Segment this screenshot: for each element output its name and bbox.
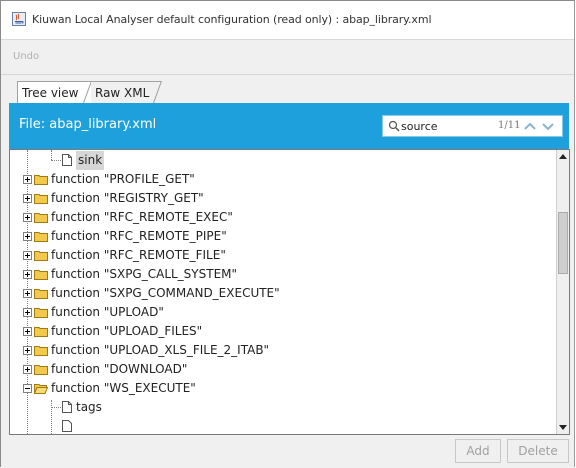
chevron-down-icon[interactable] [541, 119, 555, 133]
file-name-label: File: abap_library.xml [19, 117, 157, 132]
menu-bar: Undo [1, 40, 574, 75]
tree-node-label: function "RFC_REMOTE_EXEC" [51, 210, 233, 224]
folder-icon [34, 365, 48, 375]
tree-node[interactable]: function "PROFILE_GET" [10, 170, 550, 189]
tree-node[interactable]: tags [10, 398, 550, 417]
add-button[interactable]: Add [455, 439, 501, 463]
tree-node[interactable]: function "RFC_REMOTE_EXEC" [10, 208, 550, 227]
expand-toggle-icon[interactable] [23, 175, 32, 184]
document-icon [62, 154, 72, 166]
tree-node[interactable]: function "DOWNLOAD" [10, 360, 550, 379]
tree-node[interactable]: function "REGISTRY_GET" [10, 189, 550, 208]
tree-node-label: function "SXPG_COMMAND_EXECUTE" [51, 286, 280, 300]
app-window: Kiuwan Local Analyser default configurat… [0, 0, 575, 468]
action-bar: Add Delete [1, 435, 574, 468]
java-app-icon [12, 12, 26, 26]
expand-toggle-icon[interactable] [23, 365, 32, 374]
tree-node[interactable]: function "UPLOAD_XLS_FILE_2_ITAB" [10, 341, 550, 360]
open-folder-icon [34, 384, 48, 394]
folder-icon [34, 346, 48, 356]
expand-toggle-icon[interactable] [23, 327, 32, 336]
scroll-down-arrow-icon[interactable] [557, 420, 569, 434]
tree-node-label: sink [76, 151, 105, 170]
title-bar: Kiuwan Local Analyser default configurat… [1, 1, 574, 40]
undo-menu-item[interactable]: Undo [13, 51, 39, 62]
search-icon [388, 120, 400, 132]
folder-icon [34, 213, 48, 223]
tree-node-label: function "WS_EXECUTE" [51, 381, 196, 395]
folder-icon [34, 308, 48, 318]
scroll-up-arrow-icon[interactable] [557, 150, 569, 164]
xml-tree-view[interactable]: sink function "PROFILE_GET" function "RE… [9, 149, 570, 435]
search-match-counter: 1/11 [498, 120, 521, 131]
scrollbar-thumb[interactable] [558, 212, 568, 274]
window-title: Kiuwan Local Analyser default configurat… [32, 13, 432, 26]
search-box: 1/11 [382, 115, 563, 137]
folder-icon [34, 251, 48, 261]
tree-node-label: function "UPLOAD_FILES" [51, 324, 203, 338]
expand-toggle-icon[interactable] [23, 308, 32, 317]
document-icon [62, 420, 72, 432]
folder-icon [34, 289, 48, 299]
expand-toggle-icon[interactable] [23, 251, 32, 260]
tree-node [10, 417, 550, 434]
tree-node-label: tags [76, 400, 102, 414]
expand-toggle-icon[interactable] [23, 289, 32, 298]
tree-node[interactable]: function "WS_EXECUTE" [10, 379, 550, 398]
tree-node-label: function "REGISTRY_GET" [51, 191, 204, 205]
collapse-toggle-icon[interactable] [23, 384, 32, 393]
tree-node[interactable]: sink [10, 151, 550, 170]
tree-node-label: function "PROFILE_GET" [51, 172, 195, 186]
folder-icon [34, 194, 48, 204]
folder-icon [34, 175, 48, 185]
search-input[interactable] [401, 118, 481, 134]
tree-node[interactable]: function "SXPG_CALL_SYSTEM" [10, 265, 550, 284]
expand-toggle-icon[interactable] [23, 194, 32, 203]
document-icon [62, 401, 72, 413]
folder-icon [34, 327, 48, 337]
tree-node[interactable]: function "UPLOAD_FILES" [10, 322, 550, 341]
tree-node-label: function "RFC_REMOTE_FILE" [51, 248, 226, 262]
expand-toggle-icon[interactable] [23, 213, 32, 222]
folder-icon [34, 270, 48, 280]
vertical-scrollbar[interactable] [556, 150, 569, 434]
tree-node[interactable]: function "UPLOAD" [10, 303, 550, 322]
tree-node-label: function "DOWNLOAD" [51, 362, 188, 376]
expand-toggle-icon[interactable] [23, 232, 32, 241]
tab-strip: Tree view Raw XML [1, 75, 574, 103]
expand-toggle-icon[interactable] [23, 270, 32, 279]
tree-node[interactable]: function "RFC_REMOTE_FILE" [10, 246, 550, 265]
chevron-up-icon[interactable] [523, 119, 537, 133]
tree-node-label: function "SXPG_CALL_SYSTEM" [51, 267, 238, 281]
tree-node[interactable]: function "SXPG_COMMAND_EXECUTE" [10, 284, 550, 303]
tree-node-label: function "UPLOAD" [51, 305, 164, 319]
tree-node[interactable]: function "RFC_REMOTE_PIPE" [10, 227, 550, 246]
tab-raw-xml[interactable]: Raw XML [91, 81, 161, 103]
tree-connector [51, 407, 61, 408]
expand-toggle-icon[interactable] [23, 346, 32, 355]
file-header-bar: File: abap_library.xml 1/11 [9, 103, 569, 149]
folder-icon [34, 232, 48, 242]
tab-tree-view[interactable]: Tree view [17, 81, 92, 103]
tree-node-label: function "UPLOAD_XLS_FILE_2_ITAB" [51, 343, 270, 357]
delete-button[interactable]: Delete [507, 439, 569, 463]
tree-connector [51, 160, 61, 161]
tree-node-label: function "RFC_REMOTE_PIPE" [51, 229, 227, 243]
